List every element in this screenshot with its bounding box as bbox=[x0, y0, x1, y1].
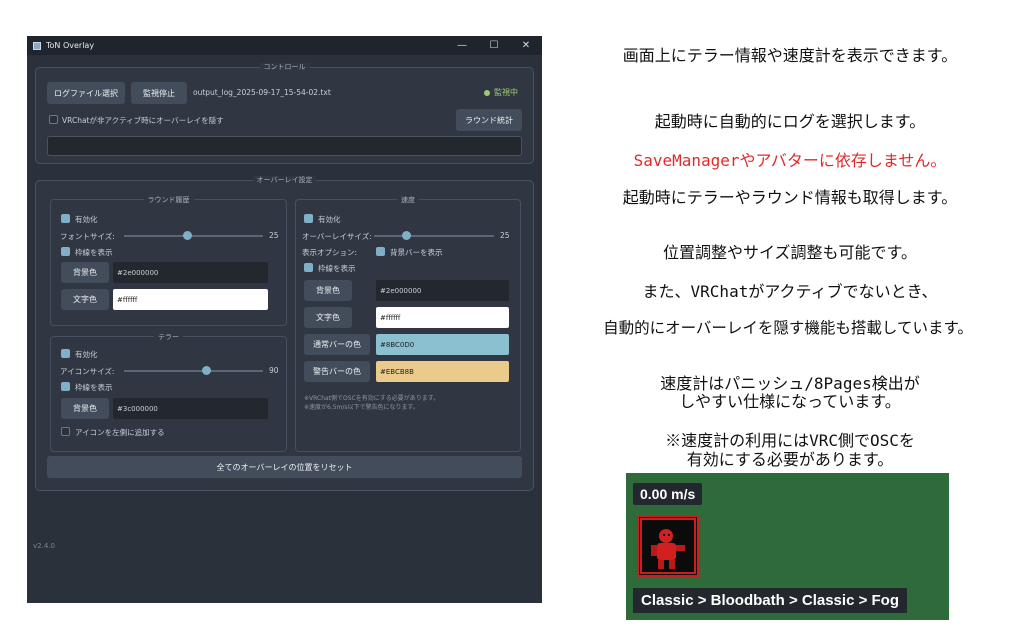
terror-bg-button[interactable]: 背景色 bbox=[61, 398, 109, 419]
terror-bg-field[interactable]: #3c000000 bbox=[113, 398, 268, 419]
overlay-size-value: 25 bbox=[500, 231, 510, 240]
terror-title: テラー bbox=[154, 333, 183, 341]
log-file-name: output_log_2025-09-17_15-54-02.txt bbox=[193, 88, 331, 97]
log-output-box bbox=[47, 136, 522, 156]
desc-line-11: 有効にする必要があります。 bbox=[686, 450, 894, 469]
speed-text-field[interactable]: #ffffff bbox=[376, 307, 509, 328]
close-button[interactable]: ✕ bbox=[510, 36, 542, 55]
desc-line-7: 自動的にオーバーレイを隠す機能も搭載しています。 bbox=[603, 319, 973, 337]
desc-line-9: しやすい仕様になっています。 bbox=[679, 392, 901, 411]
desc-line-6: また、VRChatがアクティブでないとき、 bbox=[642, 282, 938, 301]
add-icon-left-checkbox[interactable] bbox=[61, 427, 70, 436]
speed-text-button[interactable]: 文字色 bbox=[304, 307, 352, 328]
hide-when-inactive-label: VRChatが非アクティブ時にオーバーレイを隠す bbox=[62, 116, 224, 125]
bg-bar-label: 背景バーを表示 bbox=[390, 248, 443, 257]
hide-when-inactive-checkbox[interactable] bbox=[49, 115, 58, 124]
terror-border-label: 枠線を表示 bbox=[75, 383, 113, 392]
icon-size-value: 90 bbox=[269, 366, 279, 375]
speed-border-label: 枠線を表示 bbox=[318, 264, 356, 273]
speed-enable-checkbox[interactable] bbox=[304, 214, 313, 223]
minimize-button[interactable]: — bbox=[446, 36, 478, 55]
overlay-size-label: オーバーレイサイズ: bbox=[302, 232, 372, 241]
round-history-text-button[interactable]: 文字色 bbox=[61, 289, 109, 310]
speed-section: 速度 有効化 オーバーレイサイズ: 25 表示オプション: 背景バーを表示 枠線… bbox=[295, 196, 521, 452]
overlay-settings-title: オーバーレイ設定 bbox=[252, 176, 317, 184]
font-size-value: 25 bbox=[269, 231, 279, 240]
add-icon-left-label: アイコンを左側に追加する bbox=[75, 428, 165, 437]
round-history-border-label: 枠線を表示 bbox=[75, 248, 113, 257]
warn-bar-field[interactable]: #EBCB8B bbox=[376, 361, 509, 382]
terror-enable-checkbox[interactable] bbox=[61, 349, 70, 358]
title-bar: ToN Overlay — ☐ ✕ bbox=[27, 36, 542, 55]
terror-enable-label: 有効化 bbox=[75, 350, 98, 359]
bg-bar-checkbox[interactable] bbox=[376, 247, 385, 256]
terror-section: テラー 有効化 アイコンサイズ: 90 枠線を表示 背景色 #3c000000 … bbox=[50, 333, 287, 452]
terror-border-checkbox[interactable] bbox=[61, 382, 70, 391]
speed-bg-button[interactable]: 背景色 bbox=[304, 280, 352, 301]
desc-line-5: 位置調整やサイズ調整も可能です。 bbox=[663, 243, 917, 262]
normal-bar-field[interactable]: #8BC0D0 bbox=[376, 334, 509, 355]
control-panel-title: コントロール bbox=[259, 63, 310, 71]
round-history-enable-label: 有効化 bbox=[75, 215, 98, 224]
round-history-bg-button[interactable]: 背景色 bbox=[61, 262, 109, 283]
speed-value: 0.00 m/s bbox=[633, 483, 703, 505]
terror-figure-icon bbox=[640, 518, 696, 574]
speed-bg-field[interactable]: #2e000000 bbox=[376, 280, 509, 301]
desc-line-1: 画面上にテラー情報や速度計を表示できます。 bbox=[622, 46, 958, 65]
round-history-title: ラウンド履歴 bbox=[143, 196, 194, 204]
desc-line-3: SaveManagerやアバターに依存しません。 bbox=[633, 151, 947, 170]
display-option-label: 表示オプション: bbox=[302, 248, 358, 257]
screenshot-root: { "window": { "title": "ToN Overlay", "m… bbox=[0, 0, 1024, 640]
speed-title: 速度 bbox=[397, 196, 419, 204]
round-stats-button[interactable]: ラウンド統計 bbox=[456, 109, 522, 131]
speed-overlay-preview: 0.00 m/s Classic > Bloodbath > Classic >… bbox=[626, 473, 949, 620]
monitor-status-label: 監視中 bbox=[494, 88, 518, 97]
speed-note-warning: ※速度が6.5m/s以下で警告色になります。 bbox=[304, 404, 419, 411]
icon-size-slider[interactable] bbox=[124, 366, 263, 375]
font-size-slider-knob[interactable] bbox=[182, 231, 192, 240]
reset-positions-button[interactable]: 全てのオーバーレイの位置をリセット bbox=[47, 456, 522, 478]
round-history-enable-checkbox[interactable] bbox=[61, 214, 70, 223]
overlay-settings-panel: オーバーレイ設定 ラウンド履歴 有効化 フォントサイズ: 25 枠線を表示 背景… bbox=[35, 176, 534, 491]
icon-size-slider-knob[interactable] bbox=[202, 366, 211, 375]
version-label: v2.4.0 bbox=[33, 542, 55, 550]
maximize-button[interactable]: ☐ bbox=[478, 36, 510, 55]
font-size-slider[interactable] bbox=[124, 231, 263, 240]
speed-enable-label: 有効化 bbox=[318, 215, 341, 224]
warn-bar-button[interactable]: 警告バーの色 bbox=[304, 361, 370, 382]
app-icon bbox=[33, 41, 41, 50]
control-panel: コントロール ログファイル選択 監視停止 output_log_2025-09-… bbox=[35, 63, 534, 164]
status-dot-icon bbox=[484, 89, 490, 96]
speed-note-osc: ※VRChat側でOSCを有効にする必要があります。 bbox=[304, 395, 440, 402]
overlay-size-slider-knob[interactable] bbox=[401, 231, 411, 240]
monitor-status: 監視中 bbox=[484, 87, 518, 98]
font-size-label: フォントサイズ: bbox=[60, 232, 115, 241]
window-title: ToN Overlay bbox=[46, 41, 95, 50]
speed-border-checkbox[interactable] bbox=[304, 263, 313, 272]
desc-line-4: 起動時にテラーやラウンド情報も取得します。 bbox=[622, 188, 958, 207]
app-window: ToN Overlay — ☐ ✕ コントロール ログファイル選択 監視停止 o… bbox=[27, 36, 542, 603]
icon-size-label: アイコンサイズ: bbox=[60, 367, 115, 376]
overlay-size-slider[interactable] bbox=[374, 231, 494, 240]
select-log-button[interactable]: ログファイル選択 bbox=[47, 82, 125, 104]
round-history-border-checkbox[interactable] bbox=[61, 247, 70, 256]
round-route-label: Classic > Bloodbath > Classic > Fog bbox=[633, 588, 907, 613]
round-history-section: ラウンド履歴 有効化 フォントサイズ: 25 枠線を表示 背景色 #2e0000… bbox=[50, 196, 287, 326]
round-history-bg-field[interactable]: #2e000000 bbox=[113, 262, 268, 283]
round-history-text-field[interactable]: #ffffff bbox=[113, 289, 268, 310]
desc-line-2: 起動時に自動的にログを選択します。 bbox=[654, 112, 926, 131]
normal-bar-button[interactable]: 通常バーの色 bbox=[304, 334, 370, 355]
terror-icon bbox=[637, 515, 699, 577]
stop-monitor-button[interactable]: 監視停止 bbox=[131, 82, 187, 104]
